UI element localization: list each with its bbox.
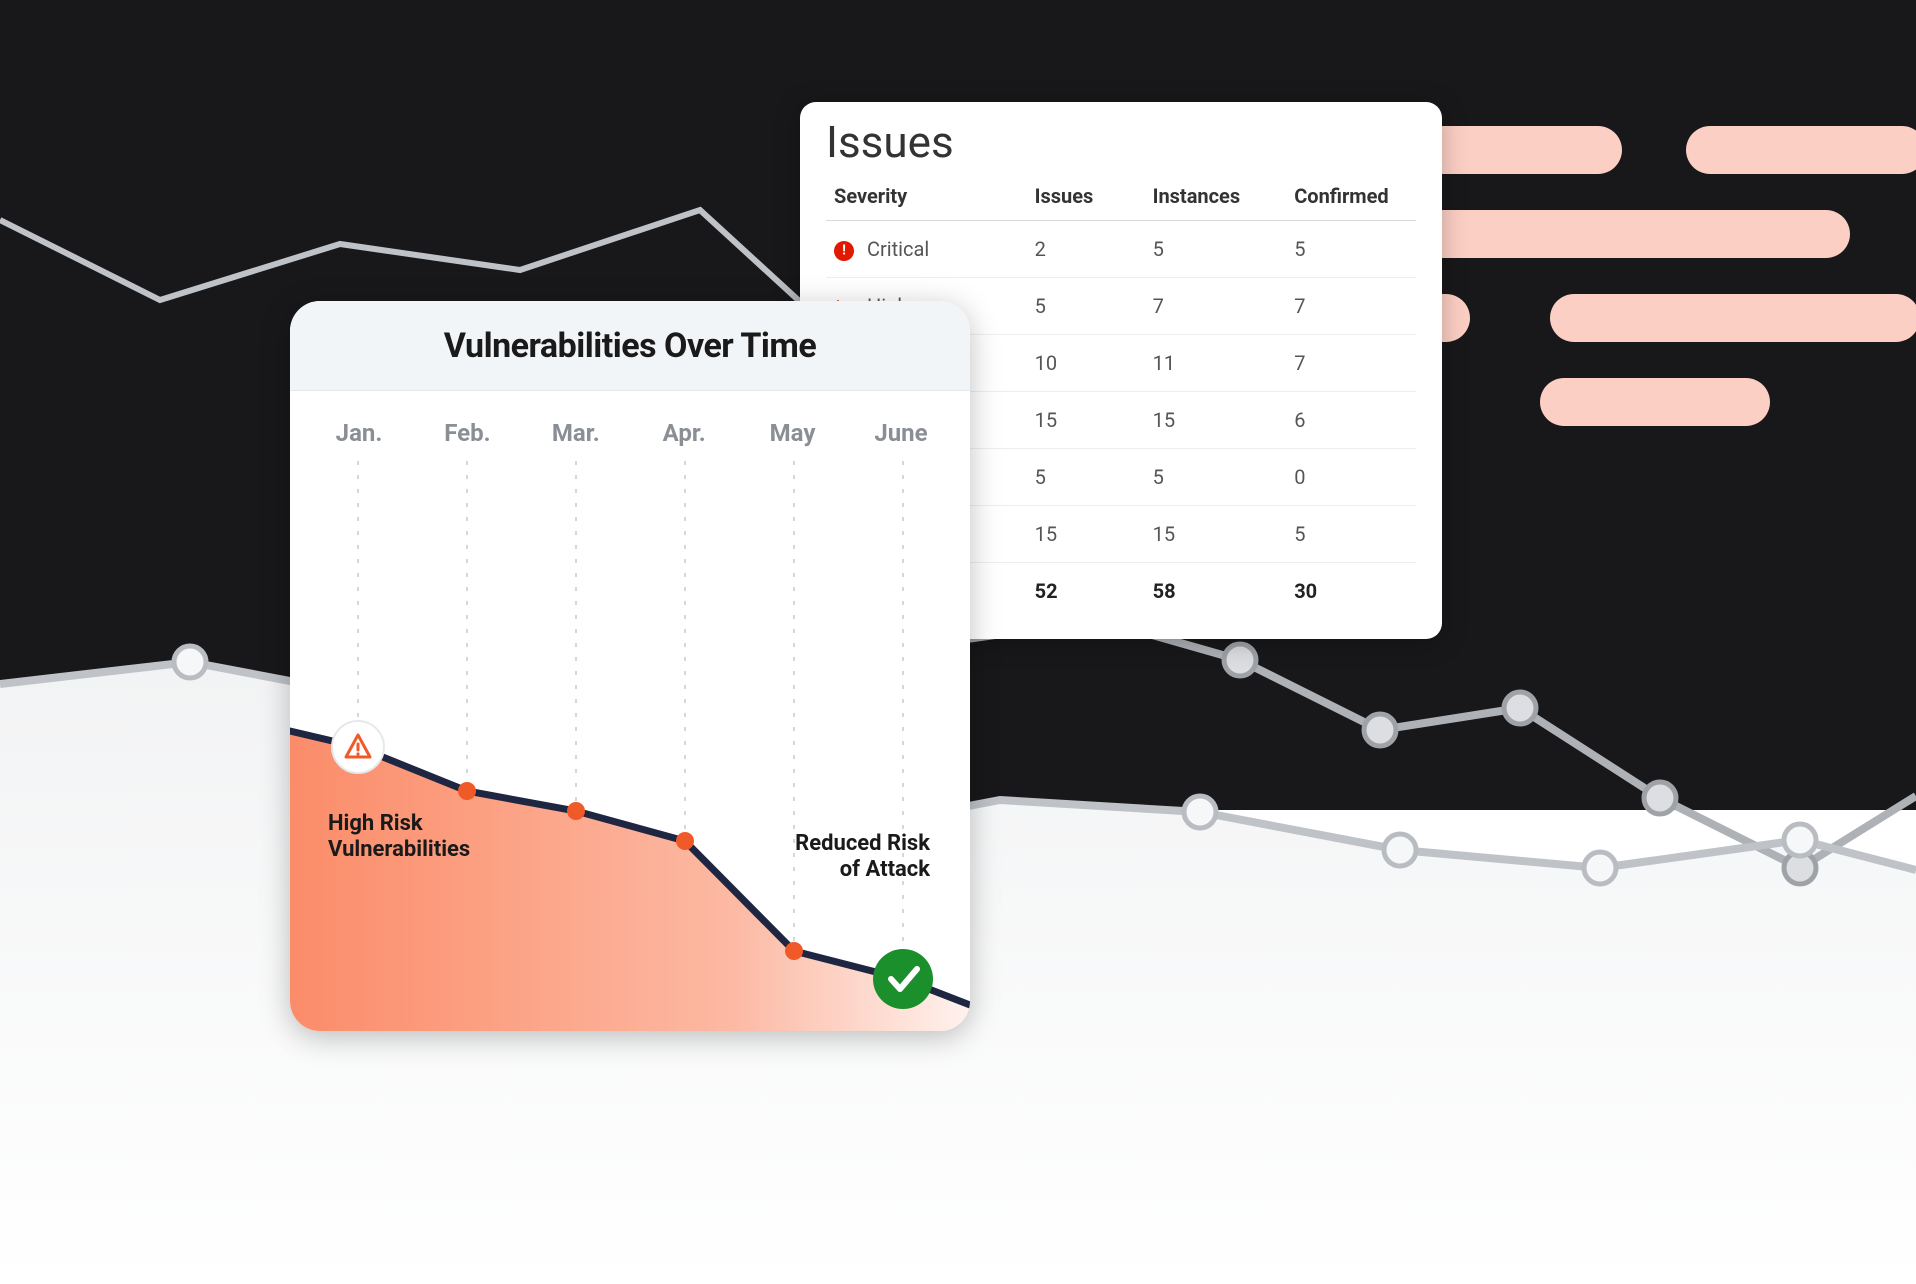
col-issues[interactable]: Issues [1027,174,1145,221]
totals-instances: 58 [1145,563,1287,620]
decorative-bar [1686,126,1916,174]
annotation-high-risk: High Risk Vulnerabilities [328,811,470,864]
dashboard-hero: Issues Severity Issues Instances Confirm… [0,0,1916,1284]
col-instances[interactable]: Instances [1145,174,1287,221]
vulnerabilities-card: Vulnerabilities Over Time Jan. Feb. Mar.… [290,301,970,1031]
vulnerabilities-header: Vulnerabilities Over Time [290,301,970,391]
critical-icon [834,241,854,261]
annotation-text: Reduced Risk [795,831,930,856]
warning-badge-icon [332,721,384,773]
annotation-text: High Risk [328,811,423,836]
success-check-icon [873,949,933,1009]
decorative-bar [1540,378,1770,426]
totals-confirmed: 30 [1286,563,1416,620]
col-severity[interactable]: Severity [826,174,1027,221]
totals-issues: 52 [1027,563,1145,620]
vulnerabilities-title: Vulnerabilities Over Time [444,326,816,366]
annotation-text: Vulnerabilities [328,837,470,862]
cell-confirmed: 5 [1286,506,1416,563]
cell-confirmed: 7 [1286,278,1416,335]
severity-label: Critical [867,237,929,261]
cell-issues: 15 [1027,392,1145,449]
cell-issues: 10 [1027,335,1145,392]
cell-issues: 5 [1027,278,1145,335]
cell-instances: 5 [1145,221,1287,278]
vulnerabilities-body: Jan. Feb. Mar. Apr. May June [290,391,970,1031]
cell-issues: 5 [1027,449,1145,506]
cell-instances: 7 [1145,278,1287,335]
cell-confirmed: 7 [1286,335,1416,392]
table-row[interactable]: Critical 2 5 5 [826,221,1416,278]
cell-confirmed: 6 [1286,392,1416,449]
cell-instances: 11 [1145,335,1287,392]
annotation-reduced-risk: Reduced Risk of Attack [795,831,930,884]
vulnerabilities-line-chart [290,391,970,1031]
cell-issues: 2 [1027,221,1145,278]
cell-issues: 15 [1027,506,1145,563]
cell-confirmed: 0 [1286,449,1416,506]
col-confirmed[interactable]: Confirmed [1286,174,1416,221]
cell-confirmed: 5 [1286,221,1416,278]
annotation-text: of Attack [840,857,930,882]
issues-header-row: Severity Issues Instances Confirmed [826,174,1416,221]
cell-instances: 5 [1145,449,1287,506]
decorative-bar [1550,294,1916,342]
issues-title: Issues [826,116,1416,168]
cell-instances: 15 [1145,506,1287,563]
cell-instances: 15 [1145,392,1287,449]
